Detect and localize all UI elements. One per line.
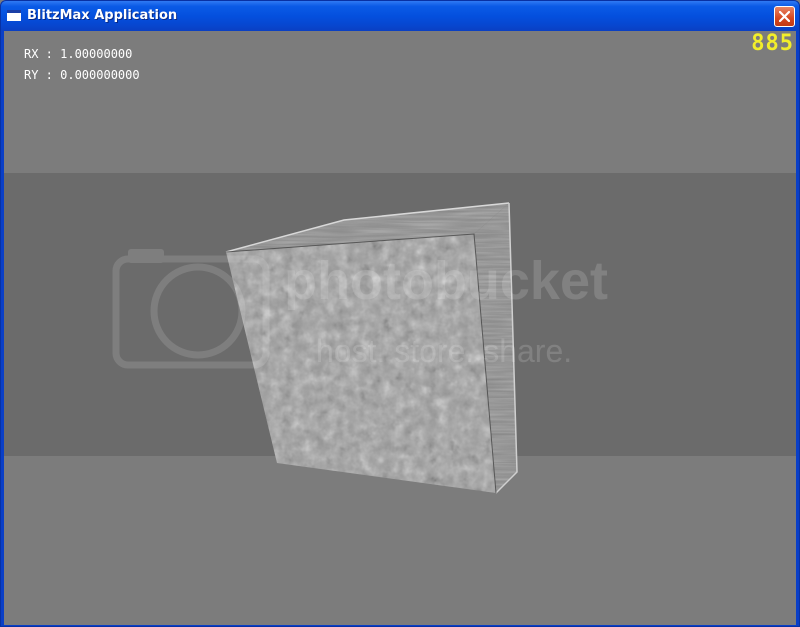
fps-counter: 885 bbox=[751, 31, 794, 56]
window-title: BlitzMax Application bbox=[27, 8, 178, 23]
close-icon bbox=[779, 11, 790, 22]
application-window: BlitzMax Application photobucket host. s… bbox=[0, 0, 800, 627]
close-button[interactable] bbox=[774, 6, 795, 27]
render-canvas[interactable]: photobucket host. store. share. RX : 1.0… bbox=[4, 31, 796, 625]
ry-readout: RY : 0.000000000 bbox=[24, 68, 140, 82]
watermark-logo-text: photobucket bbox=[284, 251, 608, 311]
title-bar[interactable]: BlitzMax Application bbox=[1, 1, 799, 31]
photobucket-watermark: photobucket host. store. share. bbox=[112, 249, 608, 369]
window-app-icon bbox=[7, 10, 21, 21]
watermark-tagline: host. store. share. bbox=[316, 333, 572, 369]
rx-readout: RX : 1.00000000 bbox=[24, 47, 133, 61]
camera-lens-icon bbox=[150, 263, 246, 359]
camera-flash-icon bbox=[128, 249, 164, 263]
